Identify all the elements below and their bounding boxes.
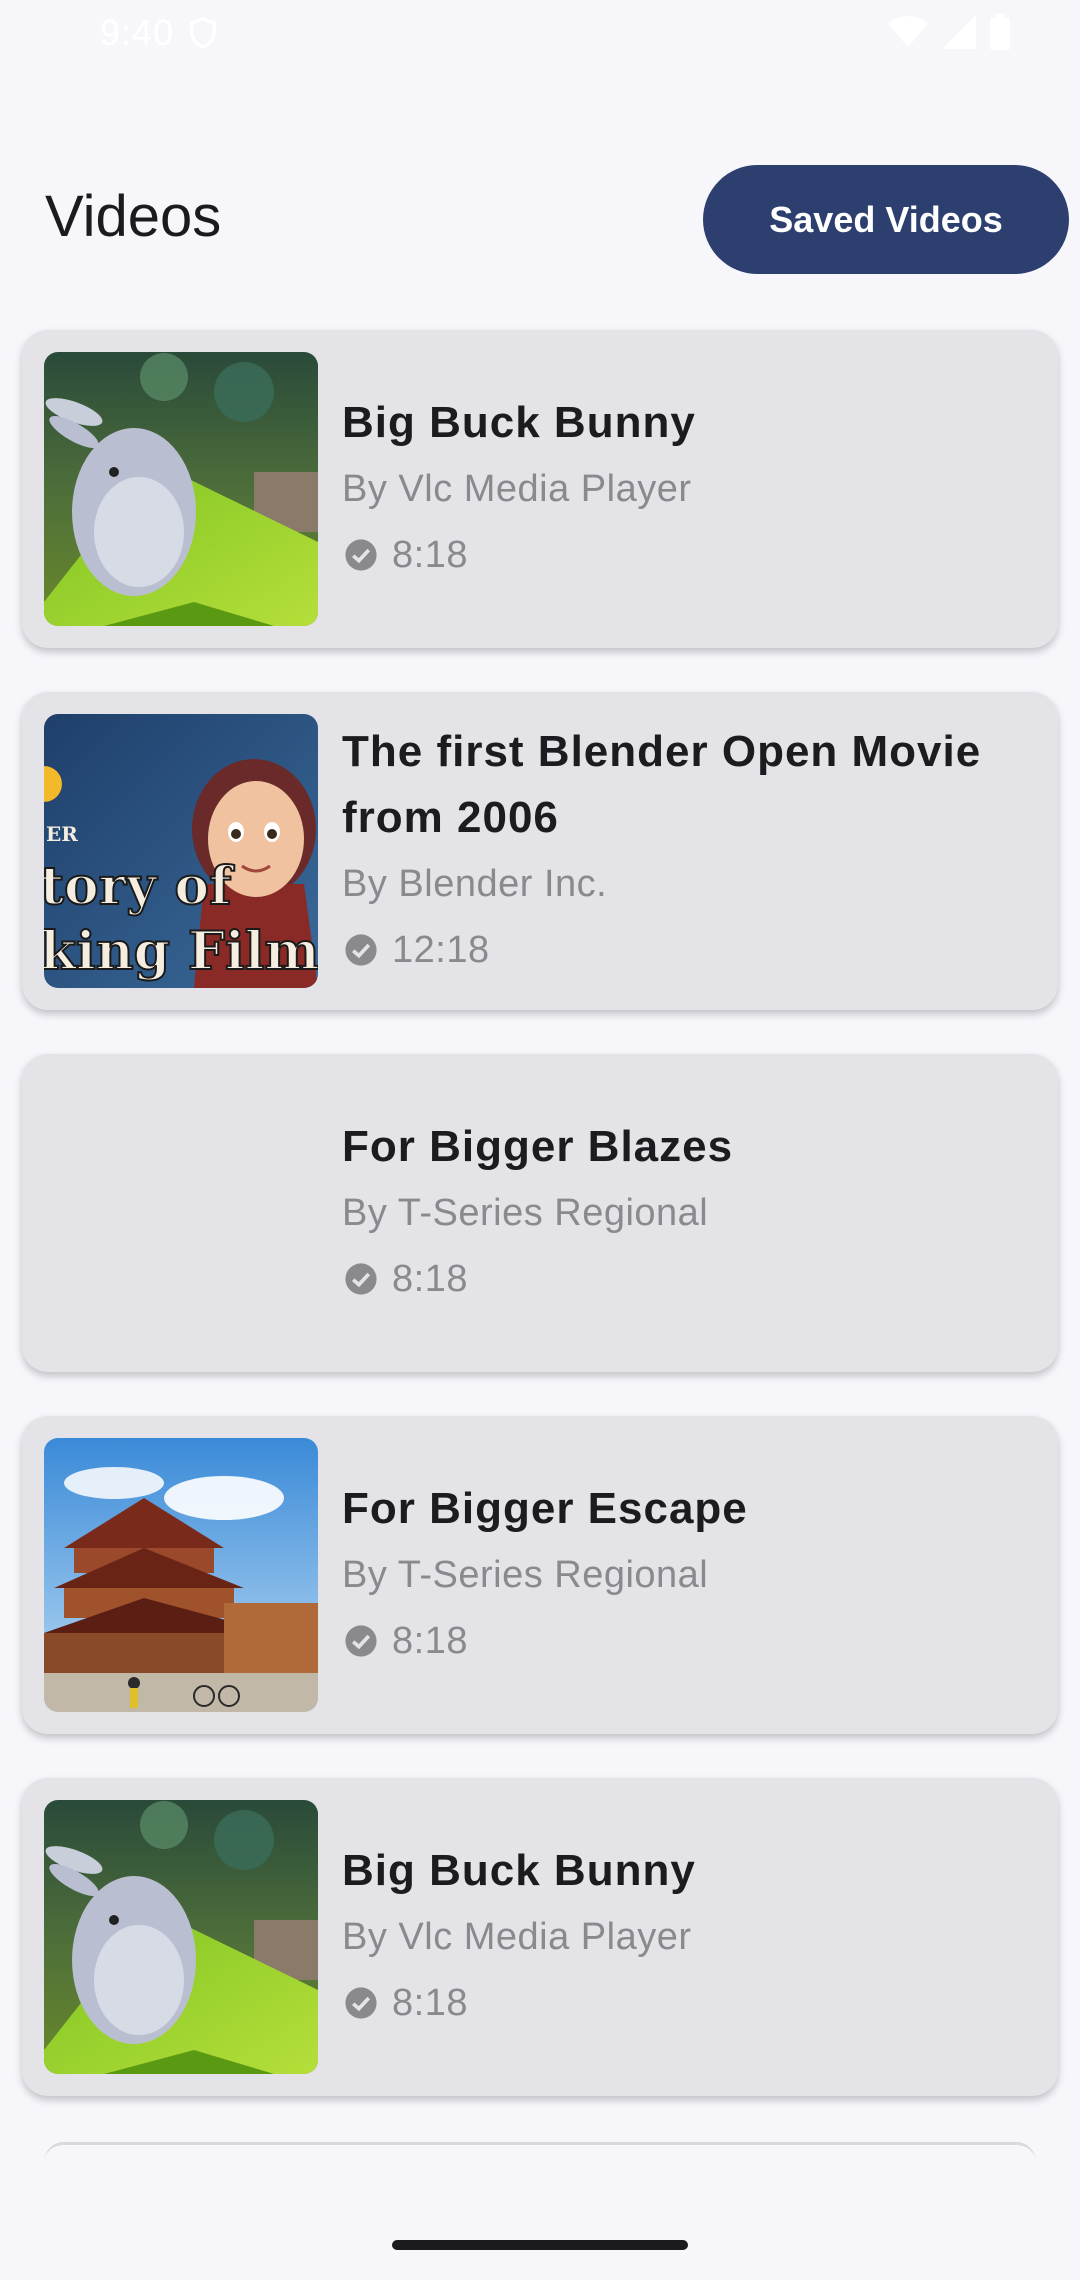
video-card[interactable]: Big Buck Bunny By Vlc Media Player 8:18: [22, 330, 1058, 648]
check-circle-icon: [345, 934, 377, 966]
battery-icon: [990, 14, 1010, 50]
video-card[interactable]: Big Buck Bunny By Vlc Media Player 8:18: [22, 1778, 1058, 2096]
video-title: Big Buck Bunny: [342, 398, 696, 447]
video-thumbnail-empty: [44, 1076, 318, 1350]
saved-videos-button[interactable]: Saved Videos: [703, 165, 1069, 274]
status-icons: [888, 14, 1010, 50]
screen: 9:40 Videos Saved Videos Big Buck Bunny …: [0, 0, 1080, 2280]
video-thumbnail-bunny: [44, 1800, 318, 2074]
video-duration: 8:18: [392, 1257, 468, 1300]
status-time: 9:40: [100, 12, 175, 53]
video-duration: 12:18: [392, 928, 490, 971]
cell-signal-icon: [942, 15, 976, 49]
video-author: By T-Series Regional: [342, 1192, 709, 1234]
video-title: For Bigger Escape: [342, 1484, 748, 1533]
svg-text:ER: ER: [46, 822, 78, 846]
check-circle-icon: [345, 539, 377, 571]
duration-row: 8:18: [342, 1970, 1032, 2036]
video-info: Big Buck Bunny By Vlc Media Player 8:18: [342, 1778, 1032, 2096]
video-author: By Vlc Media Player: [342, 468, 692, 510]
video-card[interactable]: tory of king Films ER The first Blender …: [22, 692, 1058, 1010]
video-duration: 8:18: [392, 1981, 468, 2024]
video-thumbnail-bunny: [44, 352, 318, 626]
check-circle-icon: [345, 1625, 377, 1657]
video-list: Big Buck Bunny By Vlc Media Player 8:18: [22, 330, 1058, 2140]
status-bar: 9:40: [0, 0, 1080, 66]
svg-text:tory of: tory of: [44, 856, 235, 917]
wifi-icon: [888, 16, 928, 47]
video-info: For Bigger Escape By T-Series Regional 8…: [342, 1416, 1032, 1734]
video-card[interactable]: For Bigger Blazes By T-Series Regional 8…: [22, 1054, 1058, 1372]
video-info: Big Buck Bunny By Vlc Media Player 8:18: [342, 330, 1032, 648]
home-indicator[interactable]: [392, 2240, 688, 2250]
check-circle-icon: [345, 1263, 377, 1295]
video-duration: 8:18: [392, 533, 468, 576]
check-circle-icon: [345, 1987, 377, 2019]
video-thumbnail-temple: [44, 1438, 318, 1712]
svg-text:king Films: king Films: [44, 921, 318, 982]
video-title: For Bigger Blazes: [342, 1122, 734, 1171]
header: Videos Saved Videos: [0, 165, 1080, 275]
duration-row: 8:18: [342, 1608, 1032, 1674]
video-card[interactable]: For Bigger Escape By T-Series Regional 8…: [22, 1416, 1058, 1734]
shield-icon: [190, 17, 216, 49]
duration-row: 8:18: [342, 1246, 1032, 1312]
video-duration: 8:18: [392, 1619, 468, 1662]
video-info: For Bigger Blazes By T-Series Regional 8…: [342, 1054, 1032, 1372]
partial-video-card: [44, 2142, 1036, 2185]
video-title: Big Buck Bunny: [342, 1846, 696, 1895]
video-author: By T-Series Regional: [342, 1554, 709, 1596]
duration-row: 12:18: [342, 917, 1032, 983]
video-thumbnail-animated-girl: tory of king Films ER: [44, 714, 318, 988]
video-author: By Vlc Media Player: [342, 1916, 692, 1958]
video-title: The first Blender Open Movie from 2006: [342, 727, 982, 842]
page-title: Videos: [45, 184, 222, 249]
video-info: The first Blender Open Movie from 2006 B…: [342, 692, 1032, 1010]
duration-row: 8:18: [342, 522, 1032, 588]
video-author: By Blender Inc.: [342, 863, 608, 905]
